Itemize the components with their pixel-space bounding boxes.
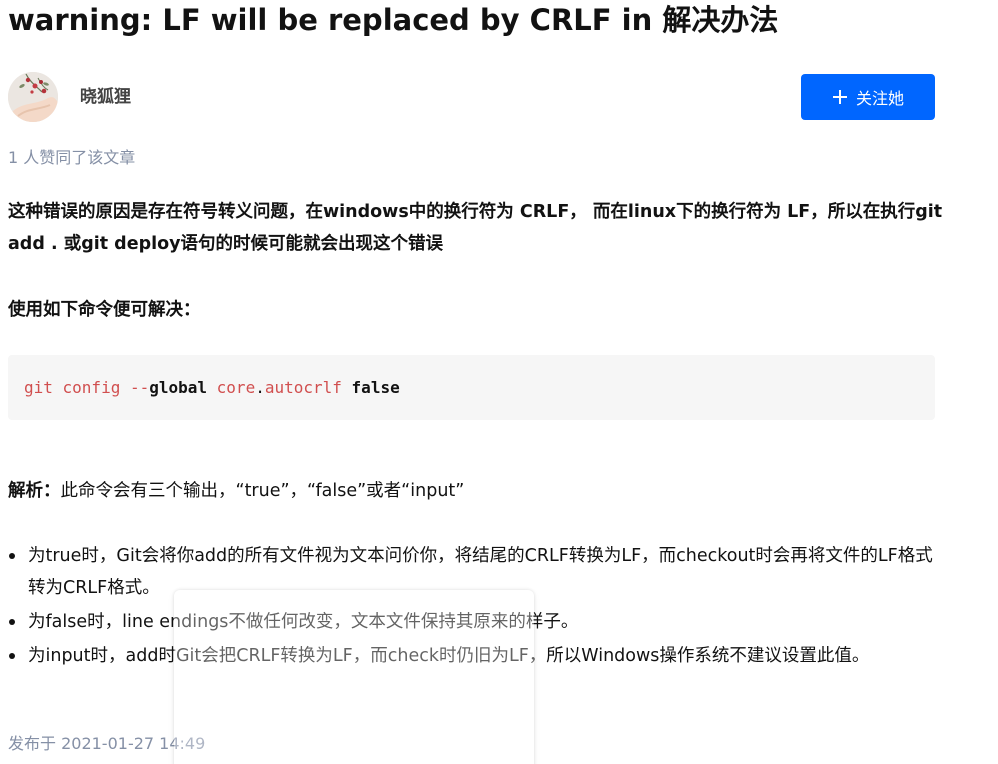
avatar-photo-icon — [8, 72, 58, 122]
avatar[interactable] — [8, 72, 58, 122]
list-item: 为input时，add时Git会把CRLF转换为LF，而check时仍旧为LF，… — [8, 640, 948, 672]
code-token-core: core — [207, 378, 256, 397]
intro-paragraph: 这种错误的原因是存在符号转义问题，在windows中的换行符为 CRLF， 而在… — [8, 202, 943, 254]
author-name[interactable]: 晓狐狸 — [80, 85, 131, 109]
code-token-dot: . — [255, 378, 265, 397]
article-page: warning: LF will be replaced by CRLF in … — [0, 0, 998, 764]
code-token-false: false — [351, 378, 400, 397]
code-block: git config -- global core. autocrlf false — [8, 355, 935, 420]
analysis-text: 此命令会有三个输出，“true”，“false”或者“input” — [60, 481, 465, 501]
follow-button[interactable]: 关注她 — [801, 74, 935, 120]
analysis-label: 解析： — [8, 481, 61, 501]
article-title: warning: LF will be replaced by CRLF in … — [8, 3, 779, 37]
code-token-global: global — [149, 378, 208, 397]
author-info: 晓狐狸 关注她 — [8, 72, 935, 122]
list-item: 为false时，line endings不做任何改变，文本文件保持其原来的样子。 — [8, 606, 948, 638]
explanation-list: 为true时，Git会将你add的所有文件视为文本问价你，将结尾的CRLF转换为… — [8, 540, 948, 674]
analysis-paragraph: 解析：此命令会有三个输出，“true”，“false”或者“input” — [8, 477, 464, 505]
publish-time: 发布于 2021-01-27 14:49 — [8, 734, 206, 753]
code-token-git-config: git config -- — [24, 378, 150, 397]
plus-icon — [832, 90, 847, 104]
follow-button-label: 关注她 — [855, 89, 904, 108]
list-item: 为true时，Git会将你add的所有文件视为文本问价你，将结尾的CRLF转换为… — [8, 540, 948, 604]
solution-heading: 使用如下命令便可解决： — [8, 300, 201, 320]
code-token-autocrlf: autocrlf — [264, 378, 342, 397]
like-count[interactable]: 1 人赞同了该文章 — [8, 146, 135, 170]
